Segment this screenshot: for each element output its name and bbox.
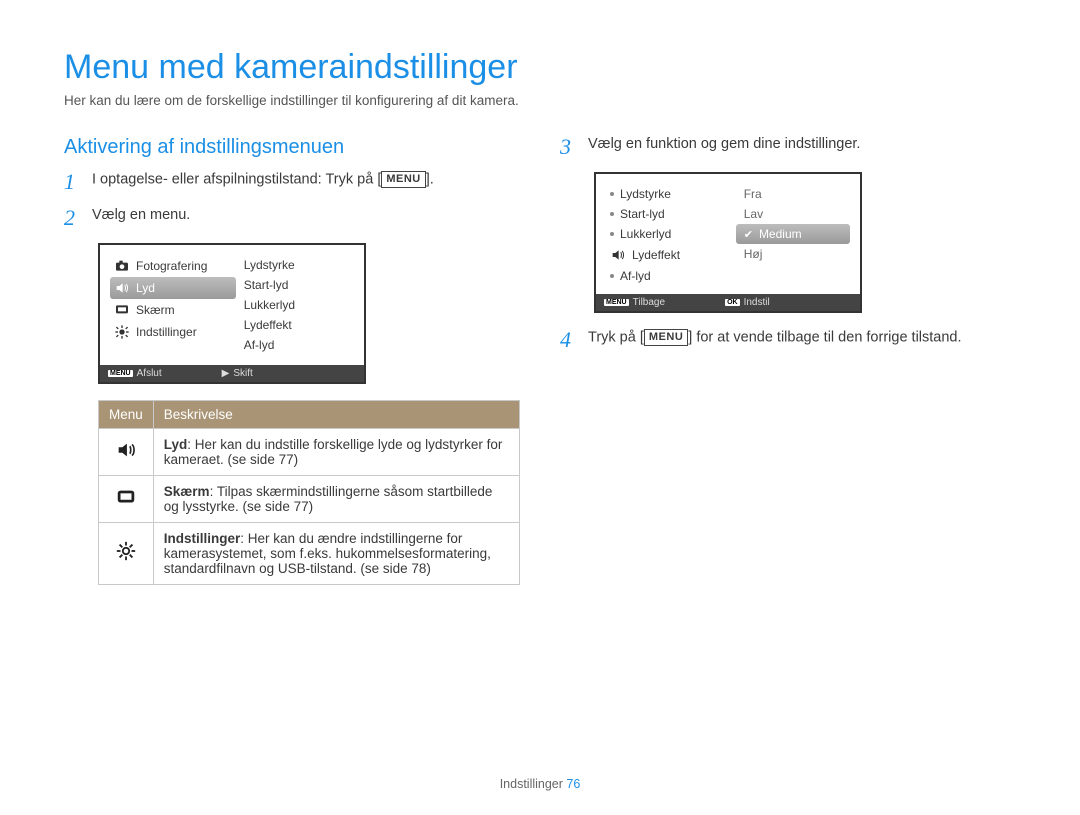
sound-icon <box>610 247 626 263</box>
page-footer: Indstillinger 76 <box>0 777 1080 791</box>
step-1: 1 I optagelse- eller afspilningstilstand… <box>64 171 520 193</box>
step-number: 3 <box>560 136 578 158</box>
menu-item-skaerm: Skærm <box>110 299 236 321</box>
gear-icon <box>99 523 154 585</box>
description-table: Menu Beskrivelse Lyd: Her kan du indstil… <box>98 400 520 585</box>
screen-icon <box>114 302 130 318</box>
check-icon: ✔ <box>744 228 753 241</box>
option-list: Fra Lav ✔Medium Høj <box>732 184 850 286</box>
list-item: Lydeffekt <box>606 244 732 266</box>
camera-screen-options: Lydstyrke Start-lyd Lukkerlyd Lydeffekt … <box>594 172 862 313</box>
list-item: Lydeffekt <box>240 315 354 335</box>
table-header-menu: Menu <box>99 401 154 429</box>
left-column: Aktivering af indstillingsmenuen 1 I opt… <box>64 136 520 585</box>
option-hoej: Høj <box>736 244 850 264</box>
right-column: 3 Vælg en funktion og gem dine indstilli… <box>560 136 1016 585</box>
table-cell: Indstillinger: Her kan du ændre indstill… <box>153 523 519 585</box>
menu-badge: MENU <box>381 171 425 188</box>
table-row: Skærm: Tilpas skærmindstillingerne såsom… <box>99 476 520 523</box>
step-2: 2 Vælg en menu. <box>64 207 520 229</box>
menu-badge: MENU <box>644 329 688 346</box>
menu-key-icon: MENU <box>108 370 133 377</box>
list-item: Af-lyd <box>240 335 354 355</box>
option-medium: ✔Medium <box>736 224 850 244</box>
table-row: Indstillinger: Her kan du ændre indstill… <box>99 523 520 585</box>
camera-screen-menu: Fotografering Lyd Skærm Indstillinger <box>98 243 366 384</box>
menu-categories: Fotografering Lyd Skærm Indstillinger <box>110 255 236 357</box>
list-item: Lydstyrke <box>240 255 354 275</box>
step-number: 1 <box>64 171 82 193</box>
option-fra: Fra <box>736 184 850 204</box>
list-item: Lukkerlyd <box>606 224 732 244</box>
step-text: Vælg en funktion og gem dine indstilling… <box>588 136 860 152</box>
menu-key-icon: MENU <box>604 299 629 306</box>
camera-icon <box>114 258 130 274</box>
menu-item-indstillinger: Indstillinger <box>110 321 236 343</box>
menu-item-lyd: Lyd <box>110 277 236 299</box>
table-row: Lyd: Her kan du indstille forskellige ly… <box>99 429 520 476</box>
page-title: Menu med kameraindstillinger <box>64 48 1016 87</box>
screen-icon <box>99 476 154 523</box>
camera-footer: MENUTilbage OKIndstil <box>596 294 860 311</box>
submenu-list: Lydstyrke Start-lyd Lukkerlyd Lydeffekt … <box>236 255 354 357</box>
list-item: Lydstyrke <box>606 184 732 204</box>
submenu-list: Lydstyrke Start-lyd Lukkerlyd Lydeffekt … <box>606 184 732 286</box>
step-text: Tryk på [MENU] for at vende tilbage til … <box>588 329 962 346</box>
step-3: 3 Vælg en funktion og gem dine indstilli… <box>560 136 1016 158</box>
list-item: Start-lyd <box>240 275 354 295</box>
step-text: Vælg en menu. <box>92 207 190 223</box>
table-cell: Skærm: Tilpas skærmindstillingerne såsom… <box>153 476 519 523</box>
page-subtitle: Her kan du lære om de forskellige indsti… <box>64 93 1016 108</box>
table-cell: Lyd: Her kan du indstille forskellige ly… <box>153 429 519 476</box>
menu-item-fotografering: Fotografering <box>110 255 236 277</box>
sound-icon <box>99 429 154 476</box>
table-header-desc: Beskrivelse <box>153 401 519 429</box>
option-lav: Lav <box>736 204 850 224</box>
camera-footer: MENUAfslut ▶Skift <box>100 365 364 382</box>
arrow-right-icon: ▶ <box>222 368 230 379</box>
section-heading: Aktivering af indstillingsmenuen <box>64 136 520 159</box>
ok-key-icon: OK <box>725 299 740 306</box>
list-item: Start-lyd <box>606 204 732 224</box>
sound-icon <box>114 280 130 296</box>
list-item: Af-lyd <box>606 266 732 286</box>
step-number: 2 <box>64 207 82 229</box>
step-number: 4 <box>560 329 578 351</box>
gear-icon <box>114 324 130 340</box>
step-4: 4 Tryk på [MENU] for at vende tilbage ti… <box>560 329 1016 351</box>
step-text: I optagelse- eller afspilningstilstand: … <box>92 171 434 188</box>
list-item: Lukkerlyd <box>240 295 354 315</box>
